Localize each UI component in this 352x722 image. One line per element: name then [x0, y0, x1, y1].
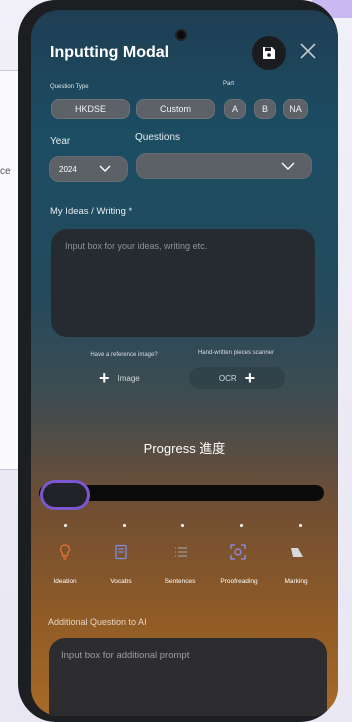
chevron-down-icon — [99, 165, 111, 172]
ocr-label: OCR — [218, 373, 237, 383]
plus-icon: + — [99, 368, 110, 388]
sentences-step[interactable] — [171, 542, 191, 562]
year-value: 2024 — [59, 164, 77, 174]
proofreading-step[interactable] — [228, 542, 248, 562]
scanner-caption: Hand-written pieces scanner — [197, 350, 275, 356]
part-b-button[interactable]: B — [254, 99, 276, 119]
close-button[interactable] — [297, 42, 319, 64]
year-label: Year — [50, 136, 71, 147]
step-dot — [123, 524, 126, 527]
vocabs-step[interactable] — [111, 542, 131, 562]
eraser-icon — [291, 548, 303, 557]
step-label-sentences: Sentences — [164, 578, 196, 585]
year-select[interactable]: 2024 — [49, 156, 128, 182]
camera-icon — [175, 29, 187, 41]
progress-title: Progress 進度 — [143, 441, 226, 456]
question-type-hkdse-button[interactable]: HKDSE — [51, 99, 130, 119]
marking-step[interactable] — [287, 542, 307, 562]
modal-title: Inputting Modal — [50, 44, 170, 61]
background-text: ce — [0, 166, 11, 177]
step-dot — [64, 524, 67, 527]
step-label-proofreading: Proofreading — [220, 578, 258, 585]
add-image-button[interactable]: + Image — [95, 367, 155, 389]
step-label-vocabs: Vocabs — [110, 578, 132, 585]
questions-select[interactable] — [136, 153, 312, 179]
part-label: Part — [223, 81, 235, 87]
ideas-label: My Ideas / Writing * — [50, 206, 133, 217]
step-label-marking: Marking — [284, 578, 308, 585]
save-icon — [263, 47, 275, 59]
step-dot — [181, 524, 184, 527]
ideas-textarea[interactable]: Input box for your ideas, writing etc. — [51, 229, 315, 337]
list-icon — [175, 547, 187, 557]
ideation-step[interactable] — [55, 542, 75, 562]
book-icon — [115, 544, 127, 560]
plus-icon: + — [244, 368, 256, 388]
questions-label: Questions — [135, 132, 181, 143]
scan-check-icon — [230, 544, 246, 560]
chevron-down-icon — [281, 162, 295, 170]
additional-prompt-textarea[interactable]: Input box for additional prompt — [49, 638, 327, 716]
step-dot — [240, 524, 243, 527]
bulb-icon — [59, 544, 71, 560]
additional-question-label: Additional Question to AI — [48, 617, 147, 627]
step-label-ideation: Ideation — [53, 578, 77, 585]
progress-handle[interactable] — [40, 480, 90, 510]
step-dot — [299, 524, 302, 527]
reference-caption: Have a reference image? — [90, 352, 158, 358]
ocr-button[interactable]: OCR + — [189, 367, 285, 389]
part-na-button[interactable]: NA — [283, 99, 308, 119]
question-type-label: Question Type — [50, 84, 89, 90]
add-image-label: Image — [117, 373, 140, 383]
part-a-button[interactable]: A — [224, 99, 246, 119]
question-type-custom-button[interactable]: Custom — [136, 99, 215, 119]
close-icon — [300, 43, 316, 59]
save-button[interactable] — [252, 36, 286, 70]
modal-screen: Inputting Modal Question Type HKDSE Cust… — [31, 10, 338, 716]
